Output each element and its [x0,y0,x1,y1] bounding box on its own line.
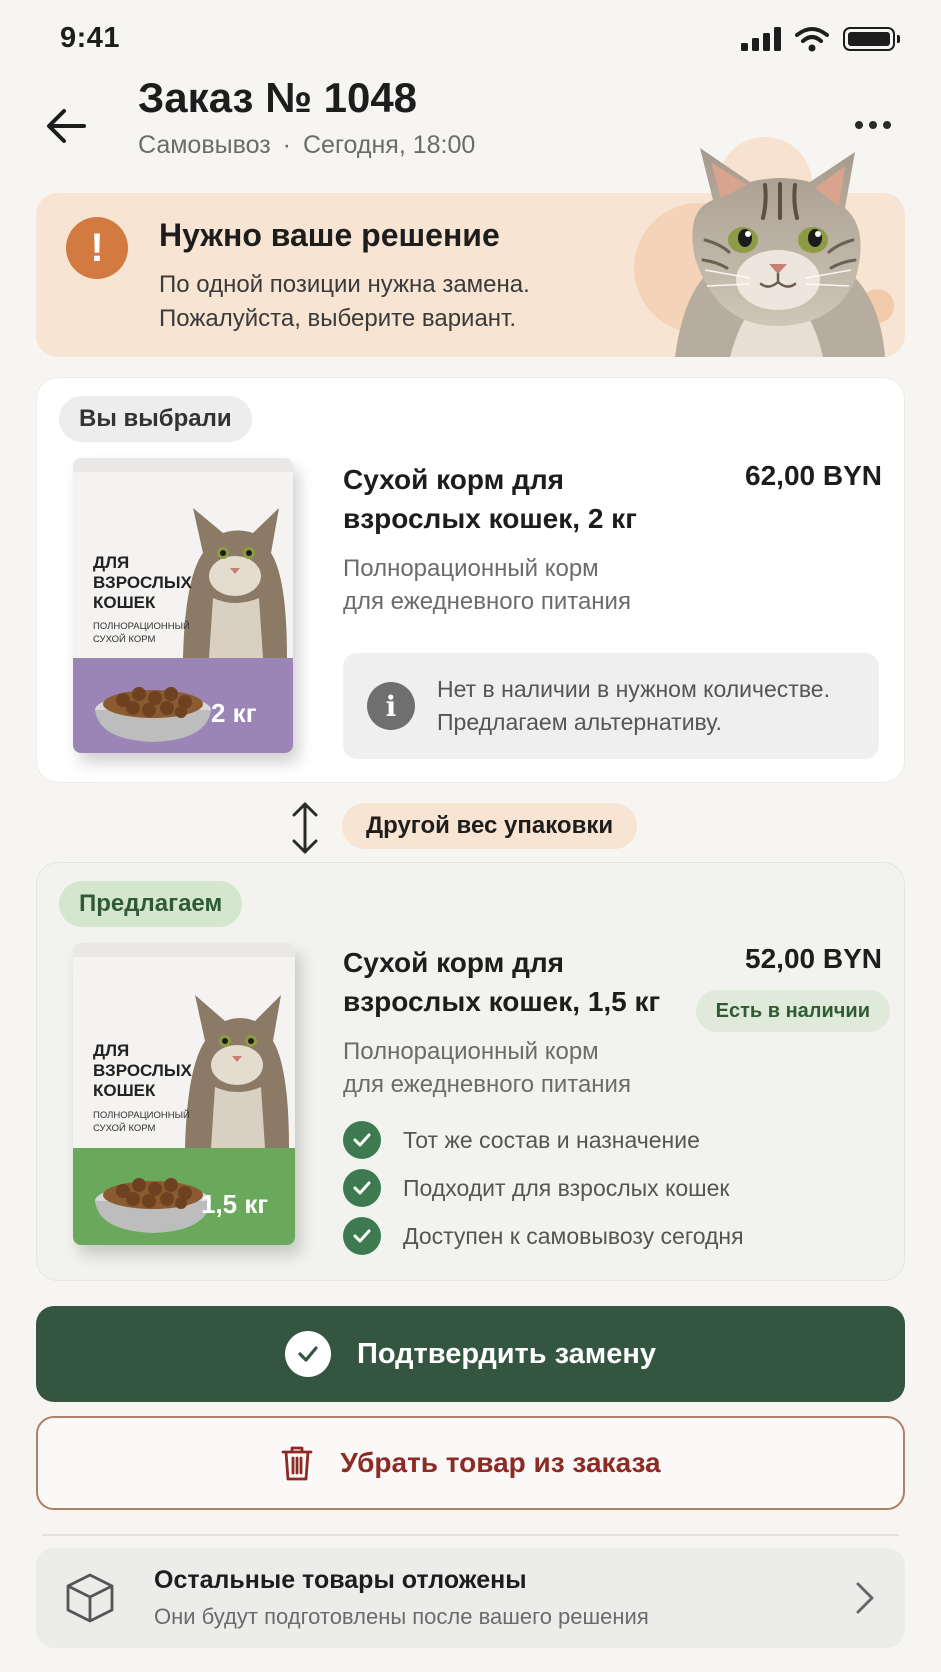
cat-illustration [675,148,885,357]
in-stock-badge: Есть в наличии [695,990,890,1032]
availability-text: Нет в наличии в нужном количестве. Предл… [437,673,830,739]
benefit-text: Доступен к самовывозу сегодня [403,1222,744,1249]
alert-line-1: По одной позиции нужна замена. [159,271,530,298]
signal-icon [741,27,781,51]
chevron-right-icon [856,1582,874,1614]
suggested-product-card[interactable]: Предлагаем ДЛЯ ВЗРОСЛЫХ КОШЕК ПОЛНОРАЦИО… [36,862,905,1281]
remove-item-button[interactable]: Убрать товар из заказа [36,1416,905,1510]
suggested-desc-line-1: Полнорационный корм [343,1038,599,1065]
subtitle-separator: · [282,131,291,159]
benefit-item: Тот же состав и назначение [343,1120,744,1160]
chosen-price: 62,00 BYN [745,460,882,491]
box-icon [66,1573,114,1623]
chosen-desc-line-1: Полнорационный корм [343,555,599,582]
pack-subtext: ПОЛНОРАЦИОННЫЙ СУХОЙ КОРМ [93,620,190,646]
check-icon [343,1217,381,1255]
info-icon: i [367,682,415,730]
status-icons [741,26,900,52]
back-button[interactable] [36,96,96,156]
suggested-title: Сухой корм для взрослых кошек, 1,5 кг [343,947,661,1017]
suggested-description: Полнорационный корм для ежедневного пита… [343,1035,673,1101]
remove-label: Убрать товар из заказа [340,1447,661,1478]
suggested-price: 52,00 BYN [745,943,882,974]
more-button[interactable] [845,105,901,145]
alert-text: По одной позиции нужна замена. Пожалуйст… [159,268,629,336]
other-items-title: Остальные товары отложены [154,1566,527,1594]
suggested-badge: Предлагаем [59,881,243,927]
more-dots-icon [855,121,863,129]
confirm-replacement-button[interactable]: Подтвердить замену [36,1306,905,1402]
pack-small-1: ПОЛНОРАЦИОННЫЙ [93,621,190,632]
trash-icon [281,1446,313,1481]
alert-title: Нужно ваше решение [159,217,500,253]
suggested-desc-line-2: для ежедневного питания [343,1071,631,1098]
pack-small-2: СУХОЙ КОРМ [93,1123,156,1134]
pickup-time: Сегодня, 18:00 [303,131,476,159]
product-image-2kg: ДЛЯ ВЗРОСЛЫХ КОШЕК ПОЛНОРАЦИОННЫЙ СУХОЙ … [73,458,293,753]
benefits-list: Тот же состав и назначение Подходит для … [343,1120,744,1256]
benefit-text: Тот же состав и назначение [403,1126,700,1153]
divider [42,1534,899,1536]
product-image-1-5kg: ДЛЯ ВЗРОСЛЫХ КОШЕК ПОЛНОРАЦИОННЫЙ СУХОЙ … [73,943,295,1245]
alert-line-2: Пожалуйста, выберите вариант. [159,305,517,332]
chosen-badge: Вы выбрали [59,396,252,442]
check-icon [343,1121,381,1159]
swap-vertical-icon [292,802,318,854]
benefit-text: Подходит для взрослых кошек [403,1174,730,1201]
pack-line-1: ДЛЯ [93,553,130,572]
pack-line-3: КОШЕК [93,593,156,612]
pack-weight: 1,5 кг [201,1189,269,1219]
info-line-2: Предлагаем альтернативу. [437,709,722,735]
other-items-row[interactable]: Остальные товары отложены Они будут подг… [36,1548,905,1648]
pack-small-1: ПОЛНОРАЦИОННЫЙ [93,1110,190,1121]
chosen-title: Сухой корм для взрослых кошек, 2 кг [343,464,637,534]
pack-weight: 2 кг [211,698,257,728]
order-subtitle: Самовывоз · Сегодня, 18:00 [138,131,475,160]
pack-line-2: ВЗРОСЛЫХ [93,573,192,592]
wifi-icon [795,27,829,52]
arrow-left-icon [47,109,86,143]
pack-line-2: ВЗРОСЛЫХ [93,1061,192,1080]
other-items-subtitle: Они будут подготовлены после вашего реше… [154,1604,649,1629]
benefit-item: Подходит для взрослых кошек [343,1168,744,1208]
pack-small-2: СУХОЙ КОРМ [93,634,156,645]
availability-info: i Нет в наличии в нужном количестве. Пре… [343,653,879,759]
page-title: Заказ № 1048 [138,74,418,121]
pack-line-1: ДЛЯ [93,1041,130,1060]
pack-line-3: КОШЕК [93,1081,156,1100]
pack-subtext: ПОЛНОРАЦИОННЫЙ СУХОЙ КОРМ [93,1109,190,1135]
pack-heading: ДЛЯ ВЗРОСЛЫХ КОШЕК [93,1041,192,1101]
benefit-item: Доступен к самовывозу сегодня [343,1216,744,1256]
chosen-desc-line-2: для ежедневного питания [343,588,631,615]
check-icon [343,1169,381,1207]
info-line-1: Нет в наличии в нужном количестве. [437,676,830,702]
pickup-label: Самовывоз [138,131,271,159]
confirm-label: Подтвердить замену [356,1337,657,1370]
check-circle-icon [284,1331,331,1377]
chosen-description: Полнорационный корм для ежедневного пита… [343,552,673,618]
status-time: 9:41 [60,22,121,54]
warning-icon: ! [66,217,128,279]
battery-icon [843,27,900,51]
pack-heading: ДЛЯ ВЗРОСЛЫХ КОШЕК [93,553,192,613]
chosen-product-card: Вы выбрали ДЛЯ ВЗРОСЛЫХ КОШЕК ПОЛНОРАЦИО… [36,377,905,783]
swap-reason-badge: Другой вес упаковки [342,803,638,849]
